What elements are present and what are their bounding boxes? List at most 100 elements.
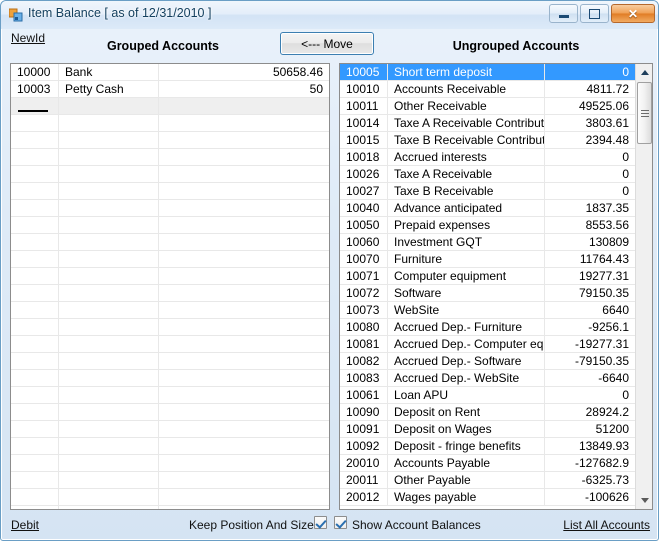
cell-account-balance: 50658.46 (272, 65, 323, 79)
table-row[interactable] (11, 268, 329, 285)
table-row[interactable]: 10061 Loan APU 0 (340, 387, 635, 404)
cell-account-balance (159, 132, 329, 148)
new-id-link[interactable]: NewId (11, 31, 45, 45)
table-row[interactable]: 10027 Taxe B Receivable 0 (340, 183, 635, 200)
close-button[interactable]: ✕ (611, 4, 655, 23)
table-row[interactable]: 10080 Accrued Dep.- Furniture -9256.1 (340, 319, 635, 336)
maximize-icon (581, 5, 608, 22)
cell-account-name: Investment GQT (388, 234, 545, 250)
cell-account-name: Accounts Payable (388, 455, 545, 471)
table-row[interactable]: 20010 Accounts Payable -127682.9 (340, 455, 635, 472)
cell-account-id (11, 302, 59, 318)
cell-account-name: WebSite (388, 302, 545, 318)
table-row[interactable] (11, 387, 329, 404)
table-row[interactable] (11, 285, 329, 302)
table-row[interactable]: 10050 Prepaid expenses 8553.56 (340, 217, 635, 234)
ungrouped-scrollbar[interactable] (635, 64, 652, 509)
cell-account-balance (159, 438, 329, 454)
table-row[interactable]: 20011 Other Payable -6325.73 (340, 472, 635, 489)
cell-account-id: 10027 (340, 183, 388, 199)
table-row[interactable]: 10005 Short term deposit 0 (340, 64, 635, 81)
table-row[interactable]: 10083 Accrued Dep.- WebSite -6640 (340, 370, 635, 387)
cell-account-id: 10090 (340, 404, 388, 420)
table-row[interactable] (11, 370, 329, 387)
scrollbar-thumb[interactable] (637, 82, 652, 144)
cell-account-balance: 19277.31 (578, 269, 629, 283)
table-row[interactable] (11, 319, 329, 336)
table-row[interactable] (11, 217, 329, 234)
table-row[interactable]: 10003 Petty Cash 50 (11, 81, 329, 98)
cell-account-id (11, 404, 59, 420)
table-row[interactable] (11, 404, 329, 421)
debit-link[interactable]: Debit (11, 518, 39, 532)
table-row[interactable]: 10082 Accrued Dep.- Software -79150.35 (340, 353, 635, 370)
cell-account-id: 10061 (340, 387, 388, 403)
table-row[interactable]: 10092 Deposit - fringe benefits 13849.93 (340, 438, 635, 455)
cell-account-name (59, 217, 159, 233)
move-button[interactable]: <--- Move (280, 32, 374, 55)
table-row[interactable]: 10073 WebSite 6640 (340, 302, 635, 319)
table-row[interactable] (11, 183, 329, 200)
table-row[interactable]: 10026 Taxe A Receivable 0 (340, 166, 635, 183)
cell-account-balance (159, 183, 329, 199)
table-row[interactable] (11, 421, 329, 438)
cell-account-name: Furniture (388, 251, 545, 267)
table-row[interactable] (11, 251, 329, 268)
list-all-accounts-link[interactable]: List All Accounts (563, 518, 650, 532)
table-row[interactable]: 10010 Accounts Receivable 4811.72 (340, 81, 635, 98)
cell-account-name (59, 387, 159, 403)
keep-position-checkbox[interactable] (314, 516, 327, 529)
table-row[interactable] (11, 115, 329, 132)
table-row[interactable] (11, 455, 329, 472)
table-row[interactable] (11, 353, 329, 370)
cell-account-name: Computer equipment (388, 268, 545, 284)
table-row[interactable] (11, 472, 329, 489)
table-row[interactable]: 10000 Bank 50658.46 (11, 64, 329, 81)
table-row[interactable]: 10018 Accrued interests 0 (340, 149, 635, 166)
cell-account-balance: 4811.72 (586, 82, 630, 96)
scroll-down-icon[interactable] (636, 492, 652, 509)
table-row[interactable] (11, 149, 329, 166)
minimize-icon (550, 5, 577, 22)
grouped-accounts-grid[interactable]: 10000 Bank 50658.46 10003 Petty Cash 50 (10, 63, 330, 510)
table-row[interactable]: 10090 Deposit on Rent 28924.2 (340, 404, 635, 421)
table-row[interactable] (11, 234, 329, 251)
table-row[interactable] (11, 166, 329, 183)
table-row[interactable] (11, 132, 329, 149)
cell-account-name: Bank (59, 64, 159, 80)
cell-account-balance: -6640 (598, 371, 629, 385)
table-row[interactable]: 10091 Deposit on Wages 51200 (340, 421, 635, 438)
show-balances-checkbox[interactable] (334, 516, 347, 529)
table-row[interactable]: 10015 Taxe B Receivable Contribution 2394.… (340, 132, 635, 149)
table-row[interactable] (11, 336, 329, 353)
table-row[interactable]: 10071 Computer equipment 19277.31 (340, 268, 635, 285)
table-row[interactable]: 20012 Wages payable -100626 (340, 489, 635, 506)
cell-account-name (59, 489, 159, 505)
cell-account-balance: 28924.2 (585, 405, 629, 419)
table-row[interactable] (11, 302, 329, 319)
maximize-button[interactable] (580, 4, 609, 23)
table-row[interactable] (11, 438, 329, 455)
table-row[interactable]: 10014 Taxe A Receivable Contribution 3803.… (340, 115, 635, 132)
ungrouped-accounts-grid[interactable]: 10005 Short term deposit 0 10010 Accounts Re… (339, 63, 653, 510)
cell-account-balance: 50 (309, 82, 323, 96)
cell-account-name (59, 285, 159, 301)
title-bar[interactable]: Item Balance [ as of 12/31/2010 ] ✕ (1, 1, 658, 29)
cell-account-name (59, 336, 159, 352)
cell-account-id (11, 336, 59, 352)
minimize-button[interactable] (549, 4, 578, 23)
table-row[interactable]: 10081Accrued Dep.- Computer equip. -19277… (340, 336, 635, 353)
table-row[interactable]: 10072 Software 79150.35 (340, 285, 635, 302)
table-row[interactable]: 10011 Other Receivable 49525.06 (340, 98, 635, 115)
table-row[interactable]: 10040 Advance anticipated 1837.35 (340, 200, 635, 217)
table-row[interactable]: 10070 Furniture 11764.43 (340, 251, 635, 268)
table-row[interactable] (11, 489, 329, 506)
scroll-up-icon[interactable] (636, 64, 652, 81)
cell-account-id (11, 387, 59, 403)
table-row[interactable] (11, 98, 329, 115)
cell-account-id (11, 217, 59, 233)
cell-account-name (59, 353, 159, 369)
table-row[interactable] (11, 200, 329, 217)
status-bar: Debit Keep Position And Size Show Accoun… (1, 510, 658, 540)
table-row[interactable]: 10060 Investment GQT 130809 (340, 234, 635, 251)
